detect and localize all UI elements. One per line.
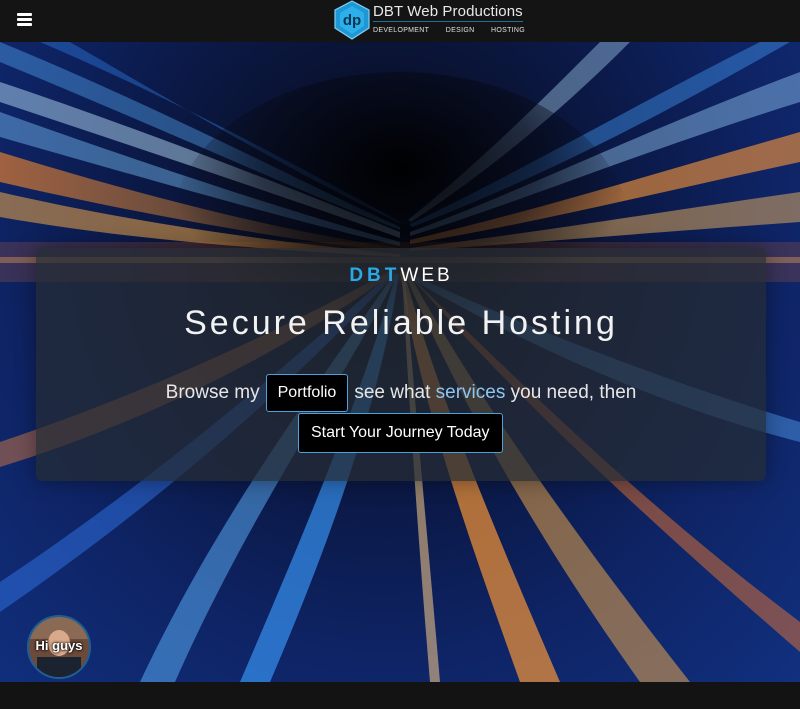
eyebrow-rest: WEB [400,265,453,286]
browse-suffix: you need, then [510,382,637,403]
chat-avatar-button[interactable]: Hi guys [27,615,91,679]
services-link[interactable]: services [436,382,506,404]
tag-design: DESIGN [445,27,475,34]
hero-card: DBTWEB Secure Reliable Hosting Browse my… [36,248,766,481]
start-journey-button[interactable]: Start Your Journey Today [298,413,503,453]
page: dp DBT Web Productions DEVELOPMENT DESIG… [0,0,800,709]
tag-hosting: HOSTING [491,27,525,34]
brand-link[interactable]: dp DBT Web Productions DEVELOPMENT DESIG… [332,0,532,42]
browse-prefix: Browse my [165,382,260,403]
brand-divider [373,21,523,22]
avatar-caption: Hi guys [35,638,83,653]
portfolio-button[interactable]: Portfolio [265,374,349,412]
logo-lettering: dp [343,12,361,29]
tag-development: DEVELOPMENT [373,27,430,34]
top-nav-bar: dp DBT Web Productions DEVELOPMENT DESIG… [0,0,800,42]
hero-headline: Secure Reliable Hosting [184,304,618,342]
dp-logo-icon: dp [334,0,370,40]
brand-tagline: DEVELOPMENT DESIGN HOSTING [373,27,525,34]
brand-name: DBT Web Productions [373,3,523,20]
eyebrow-accent: DBT [349,265,401,286]
hamburger-menu-icon[interactable] [17,13,32,26]
browse-line: Browse my Portfolio see what services yo… [36,374,766,412]
footer-strip [0,682,800,709]
hero-eyebrow: DBTWEB [36,265,766,287]
browse-mid: see what [354,382,431,403]
